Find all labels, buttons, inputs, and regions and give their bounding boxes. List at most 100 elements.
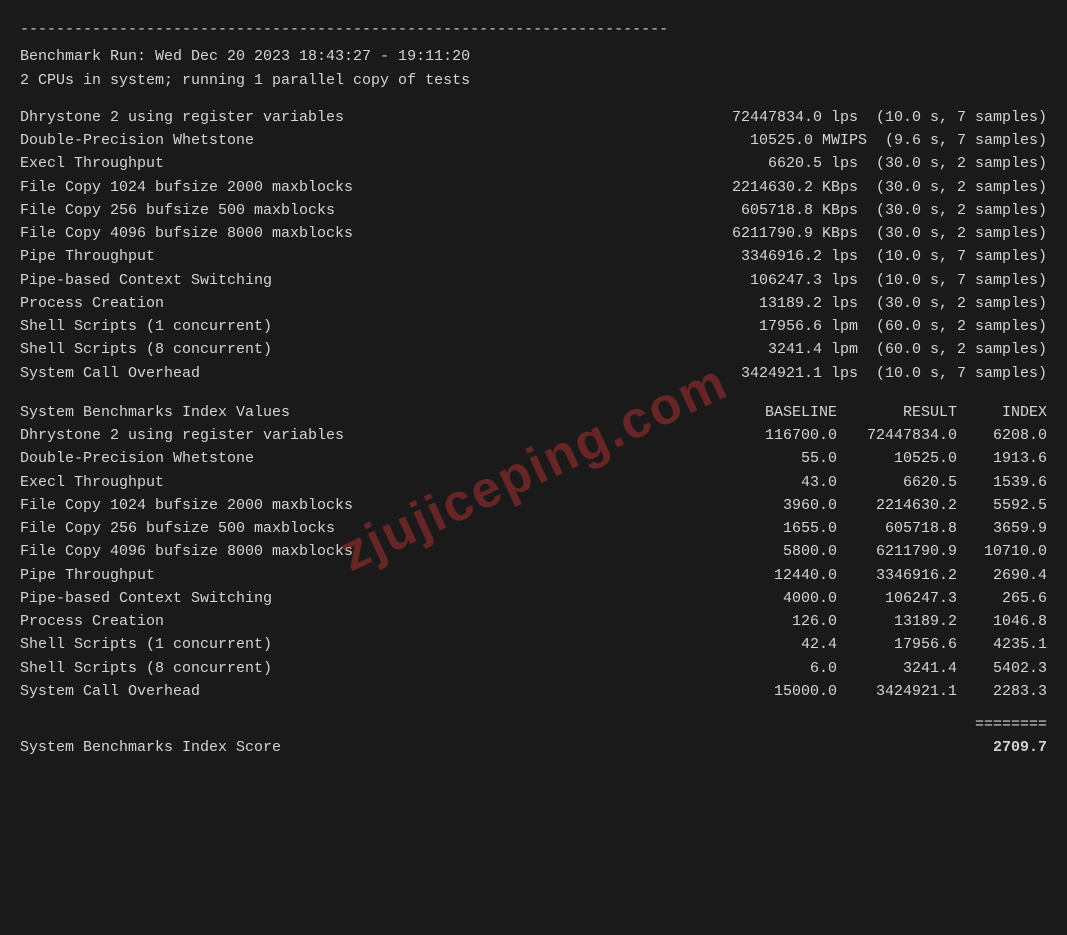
index-baseline-val: 126.0 xyxy=(717,610,837,633)
index-result-val: 10525.0 xyxy=(837,447,957,470)
raw-result-value: 3346916.2 lps (10.0 s, 7 samples) xyxy=(741,245,1047,268)
index-rows-container: Dhrystone 2 using register variables 116… xyxy=(20,424,1047,703)
equals-row: ======== xyxy=(20,713,1047,736)
index-row-name: File Copy 4096 bufsize 8000 maxblocks xyxy=(20,540,440,563)
index-index-val: 2283.3 xyxy=(957,680,1047,703)
index-index-val: 3659.9 xyxy=(957,517,1047,540)
index-row-name: Execl Throughput xyxy=(20,471,440,494)
index-index-val: 10710.0 xyxy=(957,540,1047,563)
raw-result-row: Pipe Throughput 3346916.2 lps (10.0 s, 7… xyxy=(20,245,1047,268)
raw-result-name: File Copy 4096 bufsize 8000 maxblocks xyxy=(20,222,440,245)
index-header-label: System Benchmarks Index Values xyxy=(20,401,440,424)
index-index-val: 6208.0 xyxy=(957,424,1047,447)
index-result-val: 2214630.2 xyxy=(837,494,957,517)
raw-result-value: 13189.2 lps (30.0 s, 2 samples) xyxy=(759,292,1047,315)
index-data-row: Pipe Throughput 12440.0 3346916.2 2690.4 xyxy=(20,564,1047,587)
index-row-cols: 3960.0 2214630.2 5592.5 xyxy=(440,494,1047,517)
index-baseline-val: 55.0 xyxy=(717,447,837,470)
index-row-name: Pipe-based Context Switching xyxy=(20,587,440,610)
score-value: 2709.7 xyxy=(993,736,1047,759)
index-data-row: Shell Scripts (8 concurrent) 6.0 3241.4 … xyxy=(20,657,1047,680)
raw-result-value: 3424921.1 lps (10.0 s, 7 samples) xyxy=(741,362,1047,385)
raw-result-value: 2214630.2 KBps (30.0 s, 2 samples) xyxy=(732,176,1047,199)
index-data-row: Pipe-based Context Switching 4000.0 1062… xyxy=(20,587,1047,610)
index-row-name: File Copy 1024 bufsize 2000 maxblocks xyxy=(20,494,440,517)
index-data-row: Execl Throughput 43.0 6620.5 1539.6 xyxy=(20,471,1047,494)
raw-result-row: File Copy 256 bufsize 500 maxblocks 6057… xyxy=(20,199,1047,222)
index-row-name: System Call Overhead xyxy=(20,680,440,703)
index-baseline-val: 5800.0 xyxy=(717,540,837,563)
index-row-name: Double-Precision Whetstone xyxy=(20,447,440,470)
index-result-val: 3346916.2 xyxy=(837,564,957,587)
raw-result-name: Shell Scripts (8 concurrent) xyxy=(20,338,440,361)
col-result-header: RESULT xyxy=(837,401,957,424)
score-row: System Benchmarks Index Score 2709.7 xyxy=(20,736,1047,759)
index-data-row: File Copy 256 bufsize 500 maxblocks 1655… xyxy=(20,517,1047,540)
index-row-cols: 4000.0 106247.3 265.6 xyxy=(440,587,1047,610)
index-row-cols: 43.0 6620.5 1539.6 xyxy=(440,471,1047,494)
index-baseline-val: 12440.0 xyxy=(717,564,837,587)
index-result-val: 72447834.0 xyxy=(837,424,957,447)
raw-result-name: Dhrystone 2 using register variables xyxy=(20,106,440,129)
raw-result-row: Double-Precision Whetstone 10525.0 MWIPS… xyxy=(20,129,1047,152)
raw-result-row: File Copy 4096 bufsize 8000 maxblocks 62… xyxy=(20,222,1047,245)
index-result-val: 106247.3 xyxy=(837,587,957,610)
index-baseline-val: 15000.0 xyxy=(717,680,837,703)
raw-result-row: Execl Throughput 6620.5 lps (30.0 s, 2 s… xyxy=(20,152,1047,175)
index-result-val: 3241.4 xyxy=(837,657,957,680)
index-row-cols: 12440.0 3346916.2 2690.4 xyxy=(440,564,1047,587)
raw-result-name: File Copy 256 bufsize 500 maxblocks xyxy=(20,199,440,222)
raw-result-row: Dhrystone 2 using register variables 724… xyxy=(20,106,1047,129)
index-row-cols: 15000.0 3424921.1 2283.3 xyxy=(440,680,1047,703)
raw-result-row: Pipe-based Context Switching 106247.3 lp… xyxy=(20,269,1047,292)
separator-line: ----------------------------------------… xyxy=(20,18,1047,41)
index-section: System Benchmarks Index Values BASELINE … xyxy=(20,401,1047,703)
col-index-header: INDEX xyxy=(957,401,1047,424)
benchmark-cpus: 2 CPUs in system; running 1 parallel cop… xyxy=(20,69,1047,92)
index-baseline-val: 1655.0 xyxy=(717,517,837,540)
raw-result-row: Process Creation 13189.2 lps (30.0 s, 2 … xyxy=(20,292,1047,315)
index-index-val: 4235.1 xyxy=(957,633,1047,656)
index-row-cols: 126.0 13189.2 1046.8 xyxy=(440,610,1047,633)
index-index-val: 1046.8 xyxy=(957,610,1047,633)
index-row-cols: 42.4 17956.6 4235.1 xyxy=(440,633,1047,656)
index-row-name: Shell Scripts (8 concurrent) xyxy=(20,657,440,680)
raw-results-section: Dhrystone 2 using register variables 724… xyxy=(20,106,1047,385)
raw-result-value: 605718.8 KBps (30.0 s, 2 samples) xyxy=(741,199,1047,222)
raw-result-name: Pipe-based Context Switching xyxy=(20,269,440,292)
index-row-name: Process Creation xyxy=(20,610,440,633)
index-index-val: 5402.3 xyxy=(957,657,1047,680)
index-baseline-val: 116700.0 xyxy=(717,424,837,447)
raw-result-name: Execl Throughput xyxy=(20,152,440,175)
raw-result-name: Process Creation xyxy=(20,292,440,315)
raw-result-value: 6620.5 lps (30.0 s, 2 samples) xyxy=(768,152,1047,175)
index-row-cols: 55.0 10525.0 1913.6 xyxy=(440,447,1047,470)
index-data-row: Shell Scripts (1 concurrent) 42.4 17956.… xyxy=(20,633,1047,656)
index-data-row: Double-Precision Whetstone 55.0 10525.0 … xyxy=(20,447,1047,470)
raw-result-name: Shell Scripts (1 concurrent) xyxy=(20,315,440,338)
index-index-val: 265.6 xyxy=(957,587,1047,610)
index-header-cols: BASELINE RESULT INDEX xyxy=(440,401,1047,424)
index-baseline-val: 6.0 xyxy=(717,657,837,680)
raw-result-value: 10525.0 MWIPS (9.6 s, 7 samples) xyxy=(750,129,1047,152)
raw-result-name: File Copy 1024 bufsize 2000 maxblocks xyxy=(20,176,440,199)
raw-result-row: File Copy 1024 bufsize 2000 maxblocks 22… xyxy=(20,176,1047,199)
col-baseline-header: BASELINE xyxy=(717,401,837,424)
index-index-val: 1539.6 xyxy=(957,471,1047,494)
index-data-row: System Call Overhead 15000.0 3424921.1 2… xyxy=(20,680,1047,703)
raw-result-value: 106247.3 lps (10.0 s, 7 samples) xyxy=(750,269,1047,292)
index-baseline-val: 4000.0 xyxy=(717,587,837,610)
index-baseline-val: 42.4 xyxy=(717,633,837,656)
index-row-cols: 116700.0 72447834.0 6208.0 xyxy=(440,424,1047,447)
index-row-name: File Copy 256 bufsize 500 maxblocks xyxy=(20,517,440,540)
score-label: System Benchmarks Index Score xyxy=(20,736,281,759)
raw-result-name: Double-Precision Whetstone xyxy=(20,129,440,152)
index-row-cols: 1655.0 605718.8 3659.9 xyxy=(440,517,1047,540)
index-index-val: 5592.5 xyxy=(957,494,1047,517)
benchmark-header: Benchmark Run: Wed Dec 20 2023 18:43:27 … xyxy=(20,45,1047,92)
index-result-val: 3424921.1 xyxy=(837,680,957,703)
index-row-name: Shell Scripts (1 concurrent) xyxy=(20,633,440,656)
raw-result-name: System Call Overhead xyxy=(20,362,440,385)
raw-result-value: 17956.6 lpm (60.0 s, 2 samples) xyxy=(759,315,1047,338)
index-baseline-val: 3960.0 xyxy=(717,494,837,517)
